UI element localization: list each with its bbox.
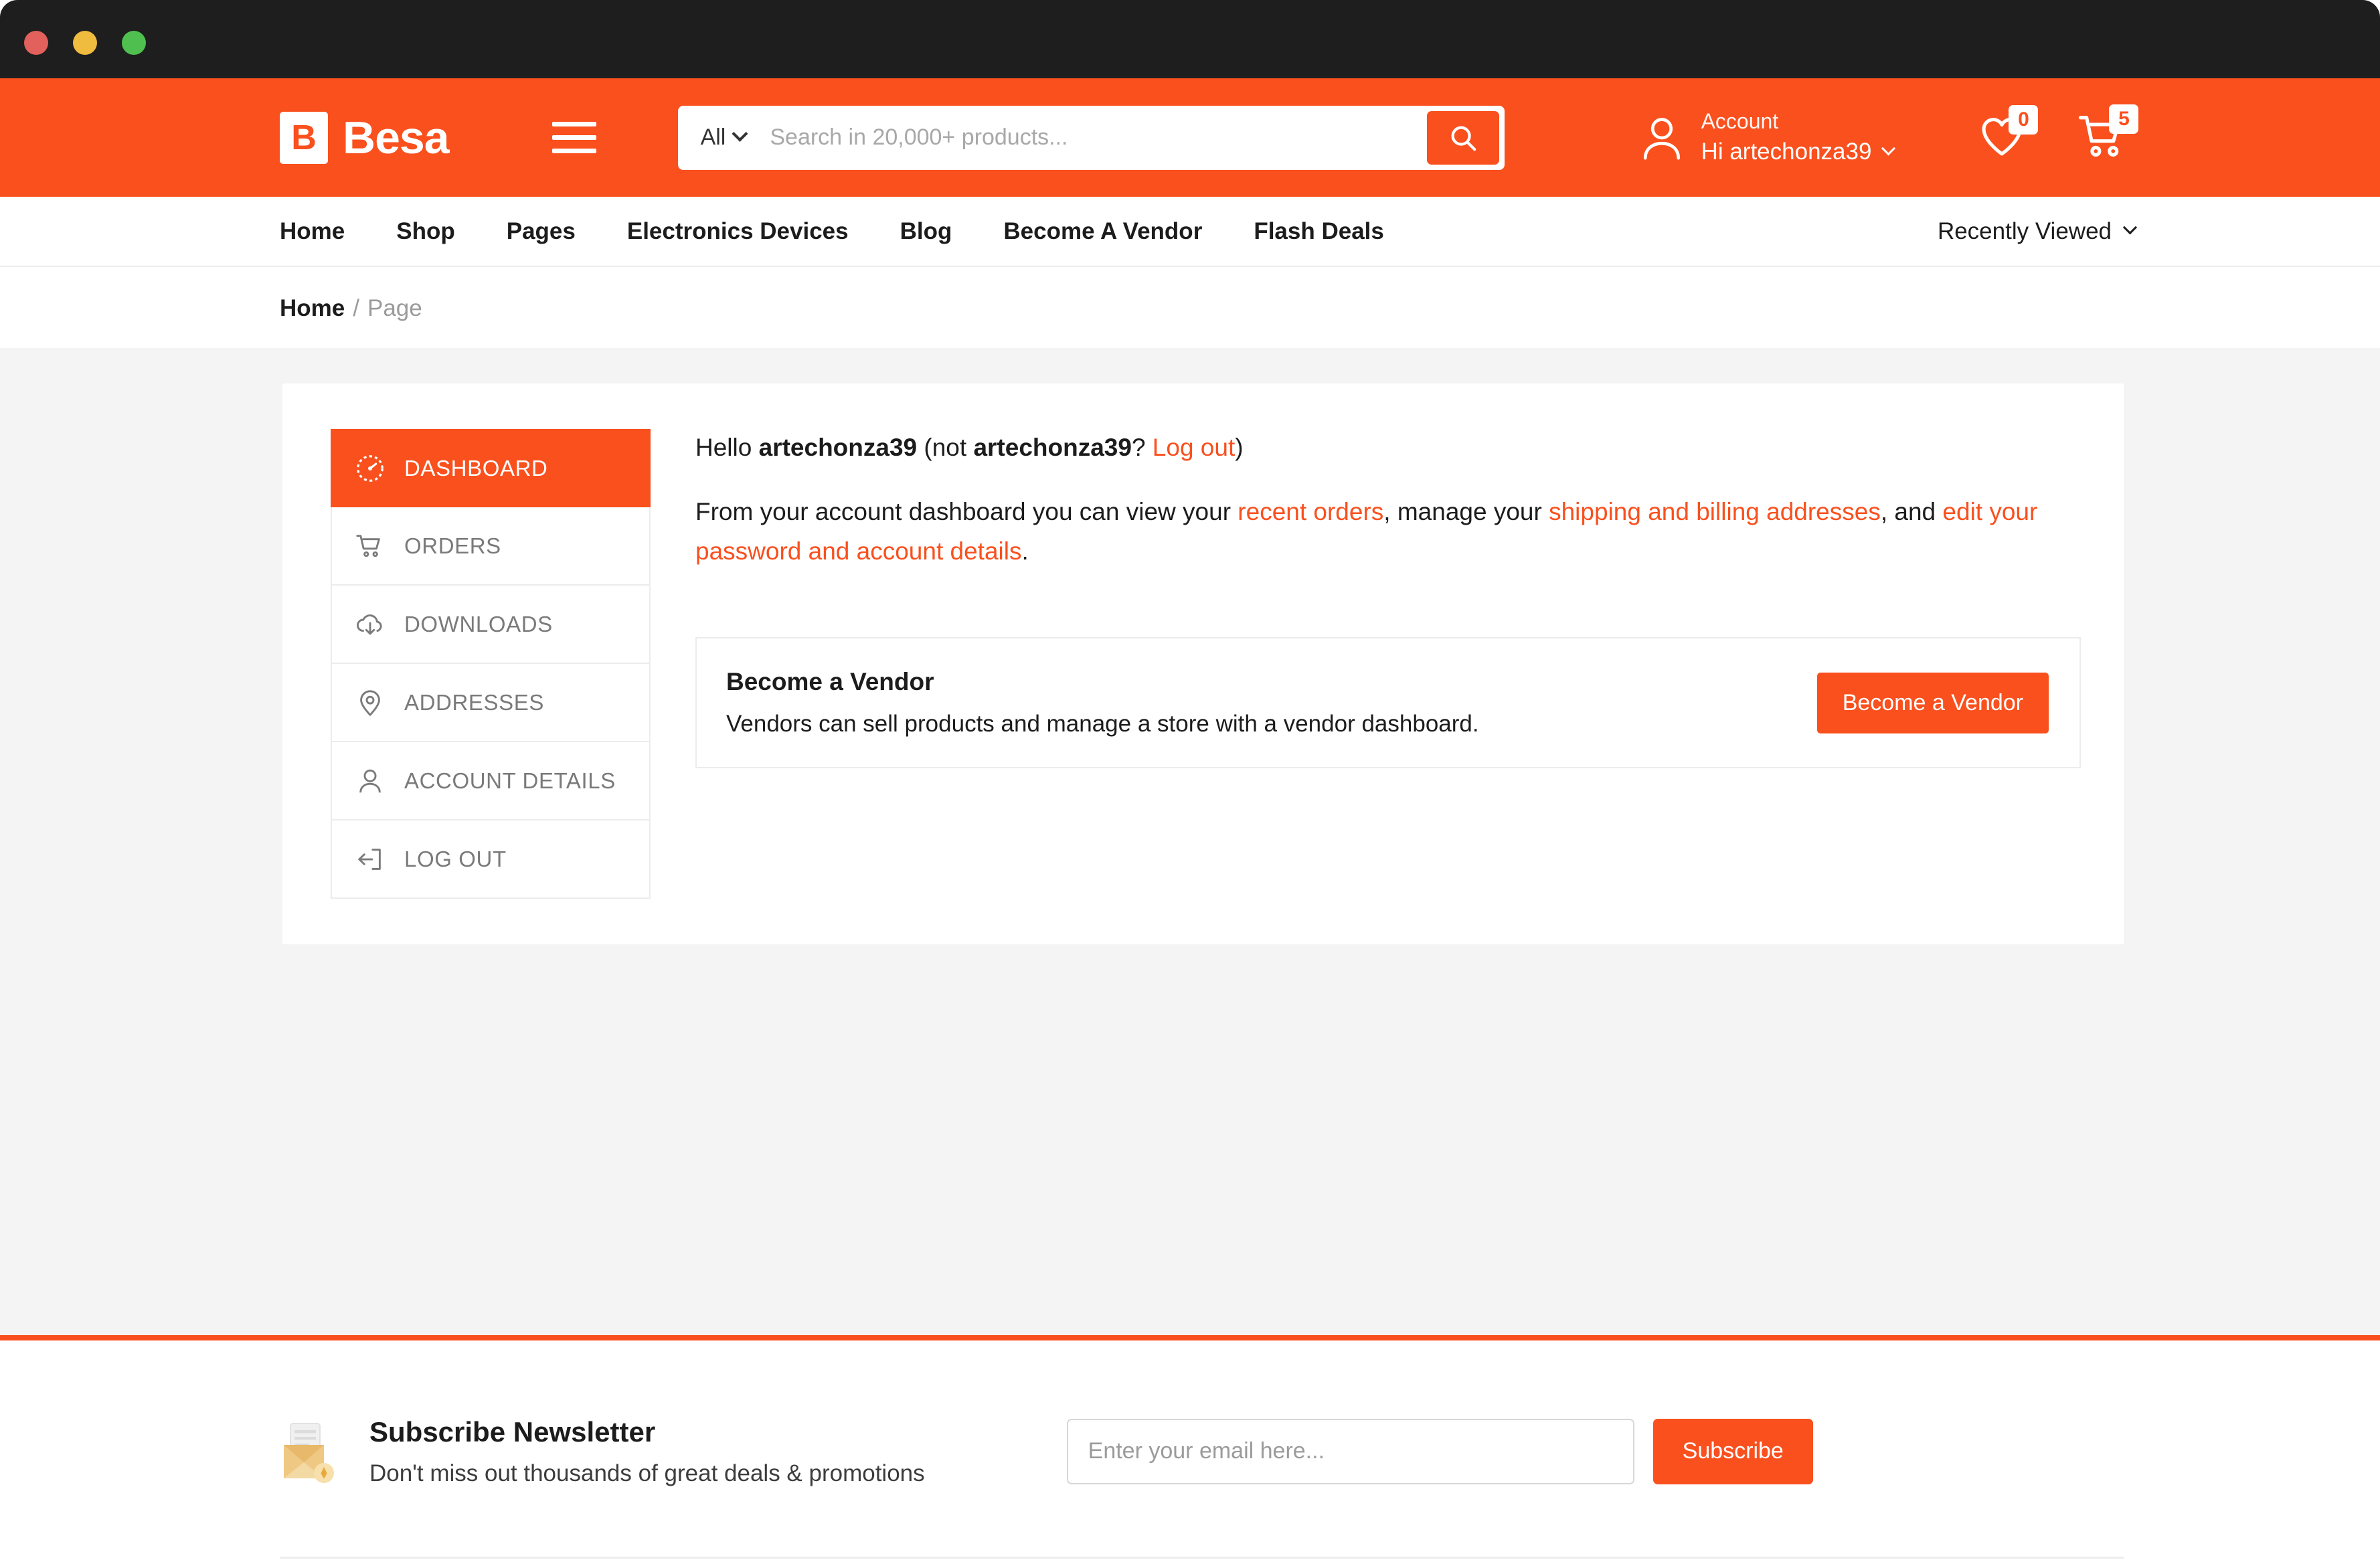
logout-icon	[355, 844, 386, 875]
sidebar-item-label: DASHBOARD	[404, 456, 547, 481]
user-icon	[1640, 114, 1684, 162]
user-icon	[355, 766, 386, 796]
recently-viewed-label: Recently Viewed	[1938, 218, 2112, 245]
nav-item-home[interactable]: Home	[280, 218, 345, 245]
become-vendor-text: Become a Vendor Vendors can sell product…	[726, 668, 1479, 737]
breadcrumb-inner: Home / Page	[280, 295, 422, 322]
nav-links: Home Shop Pages Electronics Devices Blog…	[280, 218, 1436, 245]
cloud-download-icon	[355, 609, 386, 640]
breadcrumb-separator: /	[353, 295, 359, 322]
account-card: DASHBOARD ORDERS DOWNLOADS	[282, 383, 2124, 944]
search-category-label: All	[701, 124, 726, 151]
newsletter-section: Subscribe Newsletter Don't miss out thou…	[0, 1340, 2380, 1562]
sidebar-item-log-out[interactable]: LOG OUT	[331, 820, 651, 899]
nav-item-become-a-vendor[interactable]: Become A Vendor	[1003, 218, 1202, 245]
chevron-down-icon	[1881, 141, 1895, 155]
greeting-close-paren: )	[1235, 434, 1243, 461]
newsletter-subtitle: Don't miss out thousands of great deals …	[369, 1460, 925, 1487]
search-category-dropdown[interactable]: All	[678, 124, 764, 151]
greeting-username: artechonza39	[759, 434, 918, 461]
search-bar: All	[678, 106, 1505, 170]
sidebar-item-addresses[interactable]: ADDRESSES	[331, 664, 651, 742]
search-input[interactable]	[763, 124, 1426, 151]
chevron-down-icon	[732, 126, 748, 142]
logout-link[interactable]: Log out	[1153, 434, 1235, 461]
account-label: Account	[1701, 107, 1894, 136]
hamburger-icon[interactable]	[552, 122, 596, 153]
nav-item-blog[interactable]: Blog	[900, 218, 952, 245]
become-vendor-button[interactable]: Become a Vendor	[1817, 673, 2049, 733]
logo-mark-icon: B	[280, 112, 328, 164]
wishlist-button[interactable]: 0	[1979, 114, 2025, 161]
desc-part-3: , and	[1881, 498, 1943, 525]
account-username: Hi artechonza39	[1701, 136, 1894, 167]
newsletter-form: Subscribe	[1067, 1419, 1813, 1484]
search-submit-button[interactable]	[1427, 111, 1499, 165]
envelope-icon	[280, 1419, 347, 1484]
sidebar-item-label: ADDRESSES	[404, 690, 544, 715]
become-vendor-subtitle: Vendors can sell products and manage a s…	[726, 711, 1479, 737]
nav-item-flash-deals[interactable]: Flash Deals	[1254, 218, 1384, 245]
recent-orders-link[interactable]: recent orders	[1238, 498, 1383, 525]
footer-accent-rule	[0, 1335, 2380, 1340]
account-content: Hello artechonza39 (not artechonza39? Lo…	[695, 429, 2082, 768]
greeting-line: Hello artechonza39 (not artechonza39? Lo…	[695, 429, 2082, 466]
newsletter-subscribe-button[interactable]: Subscribe	[1653, 1419, 1813, 1484]
account-text: Account Hi artechonza39	[1701, 107, 1894, 167]
sidebar-item-label: ORDERS	[404, 533, 501, 559]
newsletter-left: Subscribe Newsletter Don't miss out thou…	[280, 1416, 925, 1487]
cart-button[interactable]: 5	[2078, 114, 2125, 161]
sidebar-item-label: ACCOUNT DETAILS	[404, 768, 616, 794]
breadcrumb: Home / Page	[0, 268, 2380, 348]
footer-divider	[280, 1557, 2124, 1559]
become-vendor-panel: Become a Vendor Vendors can sell product…	[695, 637, 2081, 768]
account-username-text: Hi artechonza39	[1701, 136, 1872, 167]
desc-part-2: , manage your	[1383, 498, 1549, 525]
breadcrumb-current: Page	[367, 295, 422, 322]
header-icons: 0 5	[1979, 114, 2125, 161]
close-window-button[interactable]	[24, 31, 48, 55]
traffic-lights	[24, 31, 146, 55]
nav-item-electronics-devices[interactable]: Electronics Devices	[627, 218, 849, 245]
logo-text: Besa	[343, 112, 449, 164]
map-pin-icon	[355, 687, 386, 718]
become-vendor-title: Become a Vendor	[726, 668, 1479, 696]
breadcrumb-home-link[interactable]: Home	[280, 295, 345, 322]
sidebar-item-label: LOG OUT	[404, 847, 507, 872]
greeting-not-prefix: (not	[924, 434, 966, 461]
sidebar-item-orders[interactable]: ORDERS	[331, 507, 651, 586]
maximize-window-button[interactable]	[122, 31, 146, 55]
greeting-question: ?	[1132, 434, 1146, 461]
sidebar-item-account-details[interactable]: ACCOUNT DETAILS	[331, 742, 651, 820]
recently-viewed-dropdown[interactable]: Recently Viewed	[1938, 218, 2135, 245]
wishlist-count-badge: 0	[2009, 105, 2038, 135]
sidebar-item-dashboard[interactable]: DASHBOARD	[331, 429, 651, 507]
account-sidebar: DASHBOARD ORDERS DOWNLOADS	[331, 429, 651, 899]
page-body: DASHBOARD ORDERS DOWNLOADS	[0, 348, 2380, 1335]
cart-icon	[355, 531, 386, 561]
main-navigation: Home Shop Pages Electronics Devices Blog…	[0, 197, 2380, 267]
account-menu[interactable]: Account Hi artechonza39	[1640, 107, 1894, 167]
sidebar-item-downloads[interactable]: DOWNLOADS	[331, 586, 651, 664]
window-titlebar	[0, 0, 2380, 78]
minimize-window-button[interactable]	[73, 31, 97, 55]
nav-item-shop[interactable]: Shop	[396, 218, 454, 245]
speedometer-icon	[355, 453, 386, 484]
shipping-billing-addresses-link[interactable]: shipping and billing addresses	[1549, 498, 1881, 525]
newsletter-title: Subscribe Newsletter	[369, 1416, 925, 1448]
search-icon	[1448, 122, 1478, 153]
sidebar-item-label: DOWNLOADS	[404, 612, 553, 637]
newsletter-email-input[interactable]	[1067, 1419, 1634, 1484]
greeting-hello: Hello	[695, 434, 752, 461]
greeting-not-username: artechonza39	[973, 434, 1132, 461]
nav-item-pages[interactable]: Pages	[507, 218, 576, 245]
dashboard-description: From your account dashboard you can view…	[695, 492, 2082, 572]
cart-count-badge: 5	[2109, 104, 2138, 134]
site-logo[interactable]: B Besa	[280, 112, 449, 164]
newsletter-text: Subscribe Newsletter Don't miss out thou…	[369, 1416, 925, 1487]
desc-part-4: .	[1021, 537, 1028, 565]
chevron-down-icon	[2123, 220, 2137, 234]
site-header: B Besa All Account Hi artechonza39	[0, 78, 2380, 197]
desc-part-1: From your account dashboard you can view…	[695, 498, 1238, 525]
